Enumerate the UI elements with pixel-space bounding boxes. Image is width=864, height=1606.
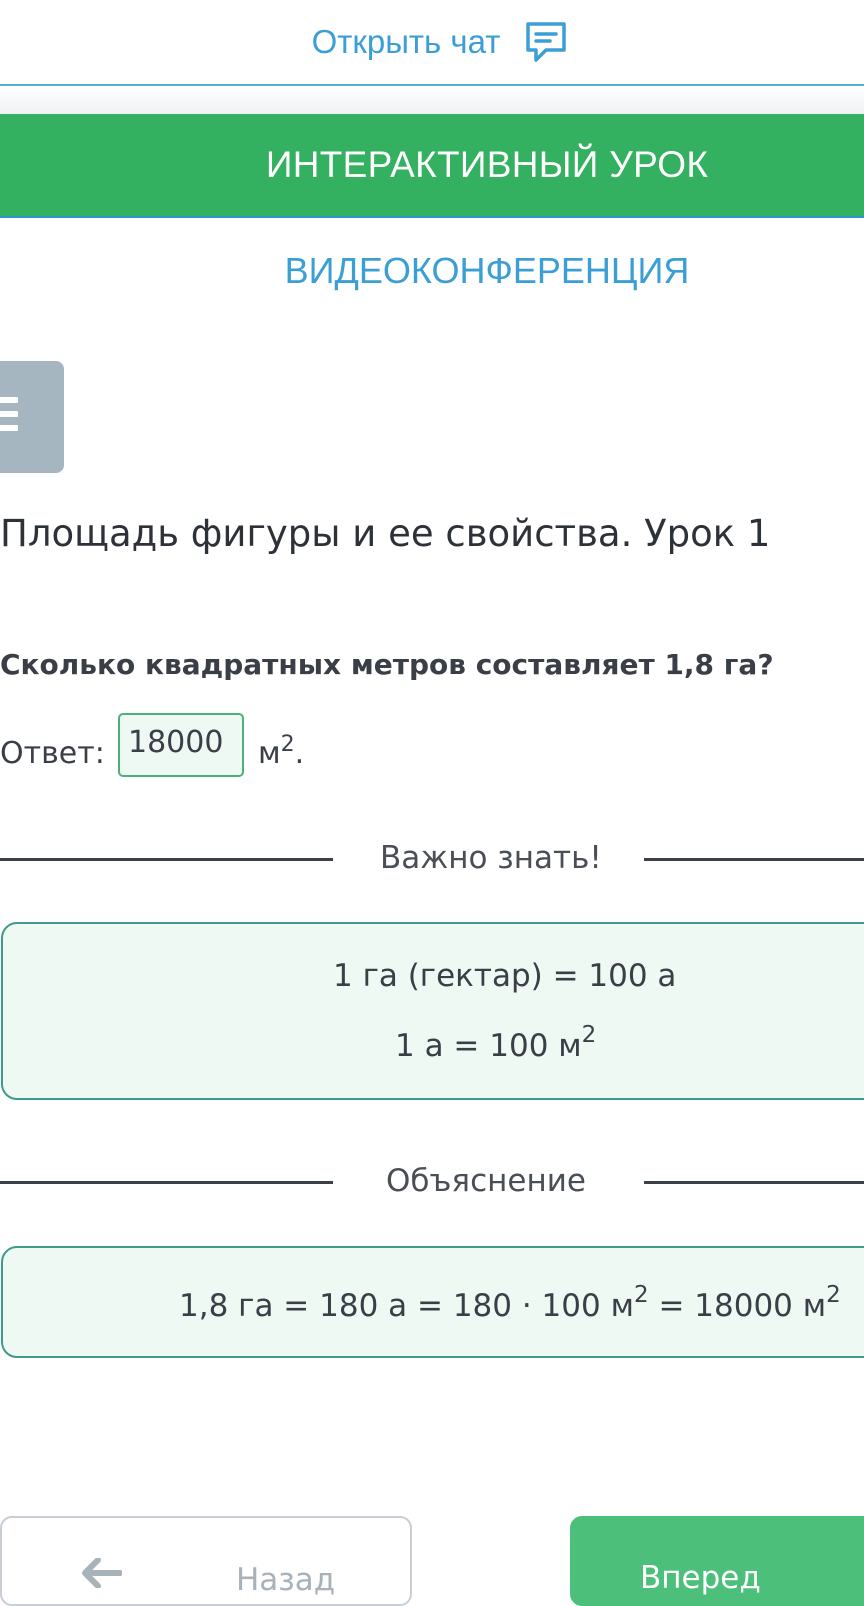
next-button-label: Вперед: [640, 1560, 761, 1596]
open-chat-link[interactable]: Открыть чат: [0, 0, 864, 86]
unit-exponent: 2: [280, 732, 295, 757]
menu-button[interactable]: [0, 361, 64, 473]
important-line-2-exponent: 2: [581, 1022, 597, 1048]
tab-separator: [0, 88, 864, 114]
important-line-2: 1 а = 100 м2: [395, 1022, 596, 1064]
back-button-label: Назад: [236, 1562, 336, 1598]
divider-line-left: [0, 858, 333, 861]
tab-interactive-lesson-label: ИНТЕРАКТИВНЫЙ УРОК: [265, 144, 709, 185]
explanation-part-1: 1,8 га = 180 а = 180 · 100 м: [179, 1288, 634, 1324]
important-line-1: 1 га (гектар) = 100 а: [333, 958, 677, 994]
answer-input[interactable]: [118, 713, 244, 777]
explanation-exponent-1: 2: [633, 1282, 649, 1308]
back-button[interactable]: Назад: [0, 1516, 412, 1606]
tab-interactive-lesson[interactable]: ИНТЕРАКТИВНЫЙ УРОК: [0, 114, 864, 218]
tab-video-conference-label: ВИДЕОКОНФЕРЕНЦИЯ: [284, 250, 690, 291]
open-chat-label: Открыть чат: [311, 23, 501, 60]
answer-label: Ответ:: [0, 736, 105, 771]
unit-tail: .: [294, 736, 305, 771]
chat-bubble-icon: [526, 22, 567, 62]
explanation-formula: 1,8 га = 180 а = 180 · 100 м2 = 18000 м2: [179, 1282, 841, 1324]
answer-unit: м2.: [258, 732, 305, 771]
explanation-exponent-2: 2: [826, 1282, 841, 1308]
divider-line-right: [644, 858, 864, 861]
important-line-2-text: 1 а = 100 м: [395, 1028, 582, 1064]
page-title: Площадь фигуры и ее свойства. Урок 1: [0, 512, 771, 555]
explanation-box: 1,8 га = 180 а = 180 · 100 м2 = 18000 м2: [1, 1246, 864, 1358]
question-text: Сколько квадратных метров составляет 1,8…: [0, 648, 774, 681]
important-box: 1 га (гектар) = 100 а 1 а = 100 м2: [1, 922, 864, 1100]
tab-video-conference[interactable]: ВИДЕОКОНФЕРЕНЦИЯ: [0, 240, 864, 302]
important-title: Важно знать!: [380, 840, 602, 876]
divider-line-right: [644, 1181, 864, 1184]
divider-line-left: [0, 1181, 333, 1184]
explanation-part-2: = 18000 м: [648, 1288, 827, 1324]
unit-base: м: [258, 736, 281, 771]
next-button[interactable]: Вперед: [570, 1516, 864, 1606]
explanation-title: Объяснение: [386, 1163, 586, 1199]
arrow-left-icon: [82, 1558, 122, 1588]
